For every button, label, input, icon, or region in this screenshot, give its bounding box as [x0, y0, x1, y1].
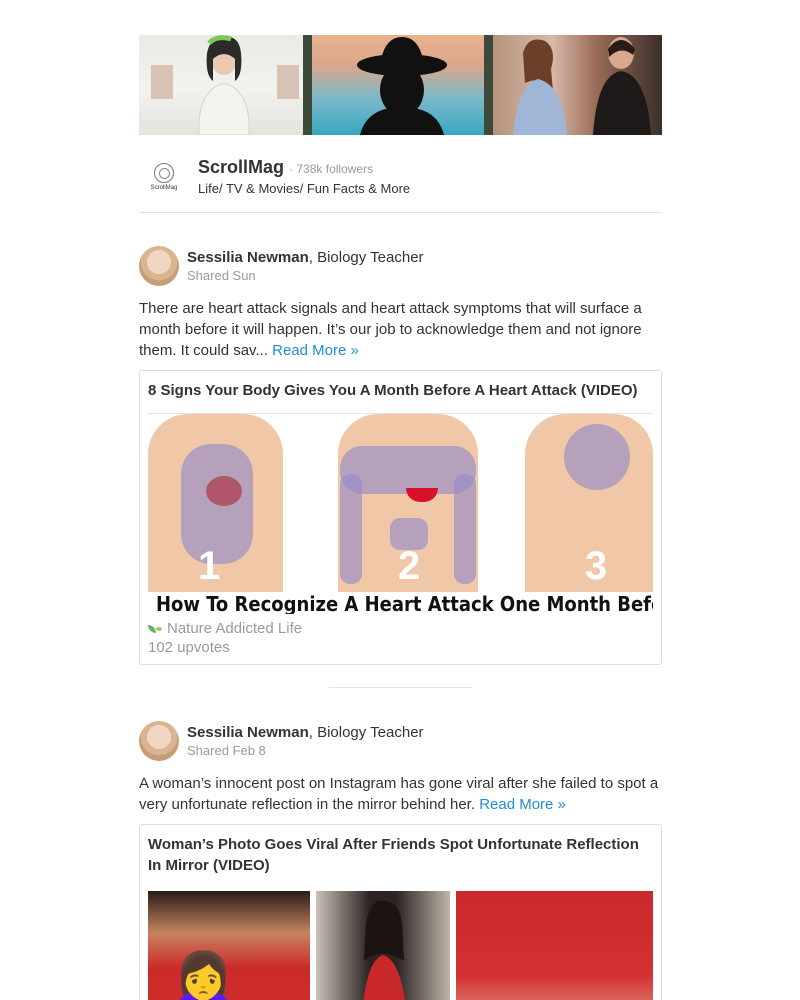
link-card[interactable]: 8 Signs Your Body Gives You A Month Befo… [139, 370, 662, 665]
author-title: , Biology Teacher [308, 249, 424, 266]
banner-divider [483, 35, 494, 135]
publication-followers: · 738k followers [289, 162, 374, 176]
feed: ScrollMag ScrollMag · 738k followers Lif… [139, 35, 662, 1000]
avatar[interactable] [139, 246, 179, 286]
photo-1: 🙍‍♀️ [148, 891, 310, 1000]
card-title[interactable]: Woman’s Photo Goes Viral After Friends S… [148, 834, 653, 876]
publication-info: ScrollMag · 738k followers Life/ TV & Mo… [198, 157, 410, 196]
read-more-link[interactable]: Read More » [479, 796, 566, 813]
figure-number-3: 3 [585, 544, 608, 588]
spiral-logo-icon [154, 162, 174, 183]
feed-post: Sessilia Newman, Biology Teacher Shared … [139, 721, 662, 1000]
shared-time: Shared Feb 8 [187, 743, 266, 758]
pain-area-right-arm [454, 474, 476, 584]
upvote-count[interactable]: 102 upvotes [148, 639, 653, 656]
read-more-link[interactable]: Read More » [272, 342, 359, 359]
pain-area-left-arm [340, 474, 362, 584]
post-text-content: A woman’s innocent post on Instagram has… [139, 775, 659, 813]
woman-emoji-icon: 🙍‍♀️ [166, 945, 241, 1000]
post-divider [329, 687, 472, 688]
banner-divider [302, 35, 313, 135]
photo-3 [456, 891, 653, 1000]
pain-area-3 [564, 424, 630, 490]
figure-number-1: 1 [198, 544, 221, 588]
author-name[interactable]: Sessilia Newman [187, 249, 309, 266]
publication-header: ScrollMag ScrollMag · 738k followers Lif… [139, 135, 662, 213]
post-text-content: There are heart attack signals and heart… [139, 300, 642, 359]
author-name-line: Sessilia Newman, Biology Teacher [187, 724, 424, 741]
shared-time: Shared Sun [187, 268, 256, 283]
author-title: , Biology Teacher [308, 724, 424, 741]
image-caption: How To Recognize A Heart Attack One Mont… [148, 592, 653, 614]
card-image[interactable]: 1 2 3 How To Recognize A Heart Attack On… [148, 414, 653, 614]
photo-2 [316, 891, 450, 1000]
card-image[interactable]: 🙍‍♀️ [148, 891, 653, 1000]
post-text: A woman’s innocent post on Instagram has… [139, 773, 662, 815]
link-card[interactable]: Woman’s Photo Goes Viral After Friends S… [139, 824, 662, 1000]
post-author: Sessilia Newman, Biology Teacher Shared … [139, 246, 662, 286]
leaf-icon [148, 623, 162, 635]
avatar[interactable] [139, 721, 179, 761]
feed-post: Sessilia Newman, Biology Teacher Shared … [139, 246, 662, 665]
publication-name[interactable]: ScrollMag [198, 157, 284, 177]
publication-banner[interactable] [139, 35, 662, 135]
card-title[interactable]: 8 Signs Your Body Gives You A Month Befo… [148, 380, 653, 401]
banner-image-2 [312, 35, 484, 135]
post-author: Sessilia Newman, Biology Teacher Shared … [139, 721, 662, 761]
source-name[interactable]: Nature Addicted Life [167, 620, 302, 637]
heart-shape-1 [206, 476, 242, 506]
author-name[interactable]: Sessilia Newman [187, 724, 309, 741]
publication-logo-text: ScrollMag [150, 184, 178, 191]
post-text: There are heart attack signals and heart… [139, 298, 662, 361]
banner-image-1 [139, 35, 303, 135]
figure-number-2: 2 [398, 544, 421, 588]
publication-name-line: ScrollMag · 738k followers [198, 157, 410, 178]
banner-image-3 [493, 35, 662, 135]
card-source[interactable]: Nature Addicted Life [148, 620, 653, 637]
publication-logo[interactable]: ScrollMag [147, 160, 181, 194]
publication-categories: Life/ TV & Movies/ Fun Facts & More [198, 181, 411, 196]
author-name-line: Sessilia Newman, Biology Teacher [187, 249, 424, 266]
